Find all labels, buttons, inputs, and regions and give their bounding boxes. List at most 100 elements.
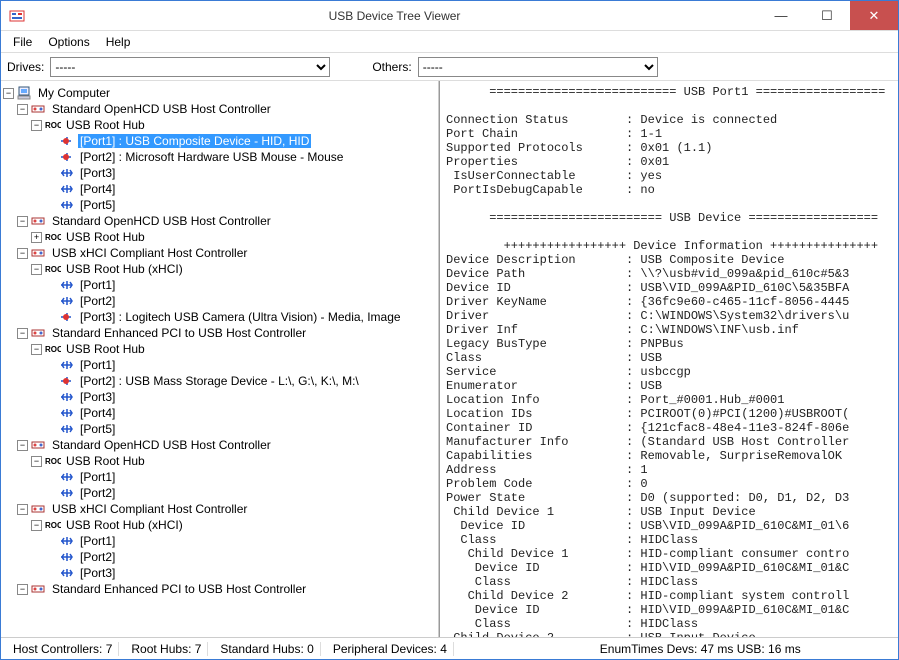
tree-label: USB Root Hub (xHCI) — [64, 518, 185, 532]
tree-item[interactable]: −ROOTUSB Root Hub — [3, 453, 436, 469]
menu-options[interactable]: Options — [40, 33, 97, 51]
tree-item[interactable]: [Port4] — [3, 405, 436, 421]
tree-item[interactable]: −ROOTUSB Root Hub (xHCI) — [3, 517, 436, 533]
device-tree[interactable]: −My Computer−Standard OpenHCD USB Host C… — [1, 81, 439, 637]
tree-item[interactable]: − USB xHCI Compliant Host Controller — [3, 245, 436, 261]
tree-item[interactable]: −USB xHCI Compliant Host Controller — [3, 501, 436, 517]
menu-file[interactable]: File — [5, 33, 40, 51]
tree-item[interactable]: [Port3] — [3, 565, 436, 581]
tree-item[interactable]: −Standard OpenHCD USB Host Controller — [3, 213, 436, 229]
tree-label: [Port1] — [78, 358, 117, 372]
tree-item[interactable]: [Port2] — [3, 549, 436, 565]
tree-item[interactable]: [Port5] — [3, 197, 436, 213]
tree-item[interactable]: [Port2] : USB Mass Storage Device - L:\,… — [3, 373, 436, 389]
drives-select[interactable]: ----- — [50, 57, 330, 77]
tree-item[interactable]: [Port1] — [3, 469, 436, 485]
tree-item[interactable]: [Port3] — [3, 389, 436, 405]
status-root-hubs: Root Hubs: 7 — [125, 642, 208, 656]
tree-label: USB Root Hub — [64, 342, 147, 356]
tree-item[interactable]: −ROOTUSB Root Hub (xHCI) — [3, 261, 436, 277]
tree-label: [Port2] — [78, 550, 117, 564]
tree-toggle[interactable]: − — [31, 344, 42, 355]
tree-item[interactable]: −ROOTUSB Root Hub — [3, 341, 436, 357]
minimize-button[interactable]: — — [758, 1, 804, 30]
tree-label: Standard OpenHCD USB Host Controller — [50, 102, 273, 116]
tree-item[interactable]: [Port2] : Microsoft Hardware USB Mouse -… — [3, 149, 436, 165]
usb-port-icon — [59, 390, 75, 404]
usb-device-icon — [59, 150, 75, 164]
usb-port-icon — [59, 470, 75, 484]
tree-label: [Port1] — [78, 278, 117, 292]
svg-text:ROOT: ROOT — [45, 121, 61, 130]
root-hub-icon: ROOT — [45, 518, 61, 532]
tree-toggle[interactable]: − — [3, 88, 14, 99]
tree-toggle[interactable]: − — [17, 328, 28, 339]
tree-item[interactable]: [Port1] — [3, 357, 436, 373]
controller-icon — [31, 102, 47, 116]
tree-item[interactable]: − Standard OpenHCD USB Host Controller — [3, 437, 436, 453]
tree-label: [Port3] — [78, 566, 117, 580]
tree-item[interactable]: +ROOTUSB Root Hub — [3, 229, 436, 245]
tree-label: [Port1] : USB Composite Device - HID, HI… — [78, 134, 311, 148]
app-icon — [9, 8, 25, 24]
details-pane[interactable]: ========================== USB Port1 ===… — [439, 81, 898, 637]
tree-label: [Port2] : Microsoft Hardware USB Mouse -… — [78, 150, 345, 164]
tree-toggle[interactable]: − — [31, 456, 42, 467]
tree-label: Standard OpenHCD USB Host Controller — [50, 438, 273, 452]
tree-toggle[interactable]: − — [17, 248, 28, 259]
close-button[interactable]: ✕ — [850, 1, 898, 30]
window-title: USB Device Tree Viewer — [31, 9, 758, 23]
tree-toggle[interactable]: − — [31, 264, 42, 275]
svg-text:ROOT: ROOT — [45, 345, 61, 354]
controller-icon — [31, 582, 47, 596]
status-peripheral-devices: Peripheral Devices: 4 — [327, 642, 454, 656]
root-hub-icon: ROOT — [45, 342, 61, 356]
usb-port-icon — [59, 486, 75, 500]
tree-label: [Port1] — [78, 534, 117, 548]
tree-item[interactable]: [Port2] — [3, 293, 436, 309]
usb-port-icon — [59, 566, 75, 580]
svg-text:ROOT: ROOT — [45, 265, 61, 274]
tree-label: USB xHCI Compliant Host Controller — [50, 246, 249, 260]
statusbar: Host Controllers: 7 Root Hubs: 7 Standar… — [1, 637, 898, 659]
tree-label: USB Root Hub (xHCI) — [64, 262, 185, 276]
tree-toggle[interactable]: + — [31, 232, 42, 243]
tree-item[interactable]: − My Computer — [3, 85, 436, 101]
tree-label: USB Root Hub — [64, 454, 147, 468]
others-select[interactable]: ----- — [418, 57, 658, 77]
tree-item[interactable]: [Port1] : USB Composite Device - HID, HI… — [3, 133, 436, 149]
controller-icon — [31, 326, 47, 340]
tree-item[interactable]: [Port5] — [3, 421, 436, 437]
tree-label: [Port2] — [78, 294, 117, 308]
tree-item[interactable]: − Standard OpenHCD USB Host Controller — [3, 101, 436, 117]
tree-label: [Port2] — [78, 486, 117, 500]
tree-toggle[interactable]: − — [17, 584, 28, 595]
tree-toggle[interactable]: − — [17, 216, 28, 227]
root-hub-icon: ROOT — [45, 230, 61, 244]
tree-item[interactable]: [Port2] — [3, 485, 436, 501]
tree-item[interactable]: [Port4] — [3, 181, 436, 197]
tree-label: Standard Enhanced PCI to USB Host Contro… — [50, 326, 308, 340]
controller-icon — [31, 438, 47, 452]
tree-label: [Port3] : Logitech USB Camera (Ultra Vis… — [78, 310, 403, 324]
usb-port-icon — [59, 550, 75, 564]
tree-label: My Computer — [36, 86, 112, 100]
menu-help[interactable]: Help — [98, 33, 139, 51]
tree-toggle[interactable]: − — [31, 120, 42, 131]
tree-item[interactable]: [Port3] — [3, 165, 436, 181]
tree-toggle[interactable]: − — [17, 440, 28, 451]
tree-item[interactable]: [Port1] — [3, 533, 436, 549]
tree-item[interactable]: [Port3] : Logitech USB Camera (Ultra Vis… — [3, 309, 436, 325]
tree-item[interactable]: −ROOTUSB Root Hub — [3, 117, 436, 133]
tree-label: USB Root Hub — [64, 230, 147, 244]
tree-toggle[interactable]: − — [17, 104, 28, 115]
svg-text:ROOT: ROOT — [45, 521, 61, 530]
tree-item[interactable]: −Standard Enhanced PCI to USB Host Contr… — [3, 581, 436, 597]
tree-toggle[interactable]: − — [31, 520, 42, 531]
maximize-button[interactable]: ☐ — [804, 1, 850, 30]
tree-toggle[interactable]: − — [17, 504, 28, 515]
usb-port-icon — [59, 534, 75, 548]
tree-item[interactable]: − Standard Enhanced PCI to USB Host Contr… — [3, 325, 436, 341]
tree-item[interactable]: [Port1] — [3, 277, 436, 293]
usb-device-icon — [59, 374, 75, 388]
